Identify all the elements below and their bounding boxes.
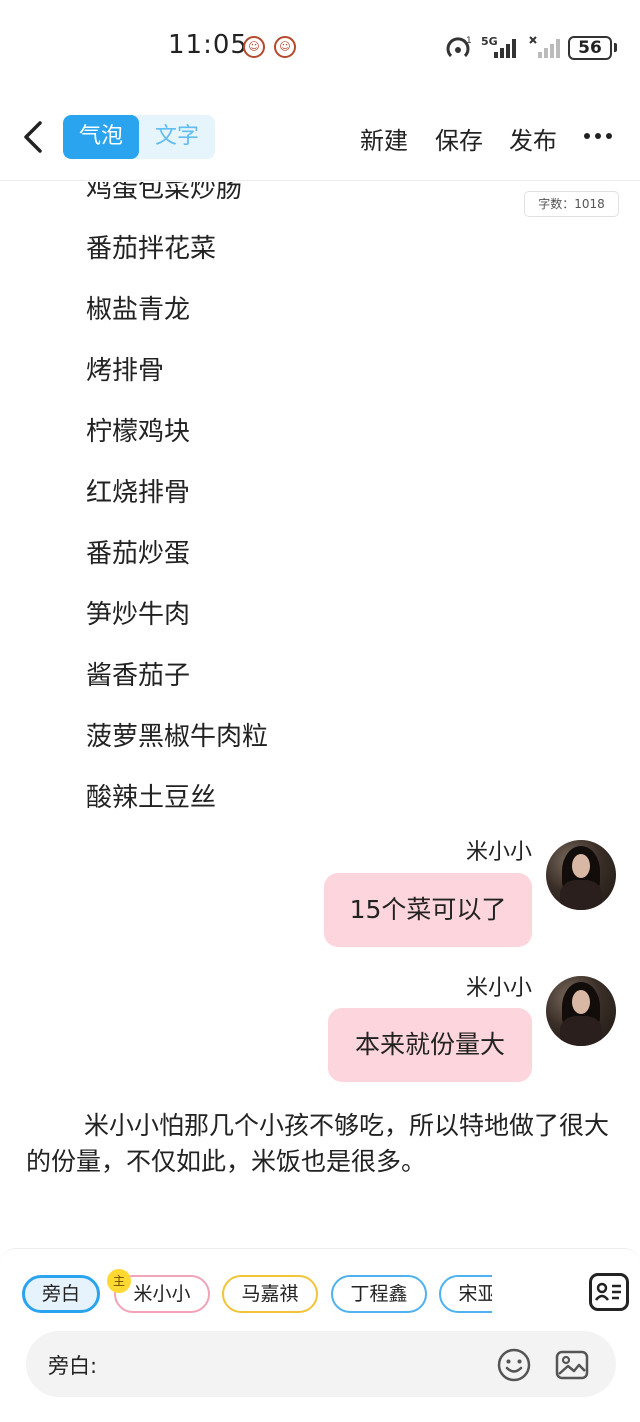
signal-no-service-icon [529, 36, 560, 58]
dish-item: 烤排骨 [86, 356, 165, 386]
role-chip-song-yaxuan[interactable]: 宋亚轩 [439, 1275, 492, 1313]
role-chip-ma-jiaqi[interactable]: 马嘉祺 [222, 1275, 318, 1313]
message-sender-name: 米小小 [465, 840, 532, 865]
mode-toggle: 气泡 文字 [63, 115, 215, 159]
battery-tip [614, 43, 617, 52]
dish-item: 番茄炒蛋 [86, 539, 191, 569]
role-chip-narrator[interactable]: 旁白 [22, 1275, 100, 1313]
avatar[interactable] [546, 840, 616, 910]
save-button[interactable]: 保存 [435, 121, 483, 156]
hotspot-icon: 1 [446, 36, 472, 58]
more-options-icon[interactable] [584, 133, 614, 141]
dish-item: 番茄拌花菜 [86, 234, 217, 264]
input-role-prefix: 旁白: [48, 1354, 98, 1378]
role-selector: 旁白 米小小 马嘉祺 丁程鑫 宋亚轩 [22, 1273, 492, 1315]
new-button[interactable]: 新建 [360, 121, 408, 156]
notification-app-icon: ☺ [274, 36, 296, 58]
word-count-badge: 字数：1018 [524, 191, 619, 217]
back-arrow-icon[interactable] [16, 117, 52, 157]
dish-item: 红烧排骨 [86, 478, 191, 508]
role-manager-icon[interactable] [589, 1273, 629, 1311]
status-bar: 11:05 ☺ ☺ 1 5G 56 [0, 0, 640, 95]
mode-bubble-tab[interactable]: 气泡 [63, 115, 139, 159]
emoji-icon[interactable] [496, 1347, 532, 1383]
chat-bubble[interactable]: 本来就份量大 [328, 1008, 532, 1082]
publish-button[interactable]: 发布 [509, 121, 557, 156]
dish-item: 酸辣土豆丝 [86, 783, 217, 813]
image-icon[interactable] [554, 1347, 590, 1383]
svg-text:1: 1 [466, 36, 472, 46]
mode-text-tab[interactable]: 文字 [139, 115, 215, 159]
avatar[interactable] [546, 976, 616, 1046]
message-sender-name: 米小小 [465, 976, 532, 1001]
host-badge: 主 [107, 1269, 131, 1293]
message-input[interactable]: 旁白: [26, 1331, 616, 1397]
notification-app-icon: ☺ [243, 36, 265, 58]
dish-item: 菠萝黑椒牛肉粒 [86, 722, 269, 752]
role-input-panel: 主 旁白 米小小 马嘉祺 丁程鑫 宋亚轩 旁白: [0, 1248, 640, 1422]
dish-item-partial: 鸡蛋包菜炒肠 [86, 182, 243, 204]
signal-icon [494, 39, 516, 58]
dish-item: 柠檬鸡块 [86, 417, 191, 447]
dish-item: 椒盐青龙 [86, 295, 191, 325]
role-chip-ding-chengxin[interactable]: 丁程鑫 [331, 1275, 427, 1313]
status-time: 11:05 [168, 30, 248, 60]
dish-item: 笋炒牛肉 [86, 600, 191, 630]
narration-paragraph[interactable]: 米小小怕那几个小孩不够吃，所以特地做了很大的份量，不仅如此，米饭也是很多。 [26, 1108, 616, 1180]
battery-icon: 56 [568, 36, 612, 60]
editor-header: 气泡 文字 新建 保存 发布 [0, 95, 640, 181]
dish-item: 酱香茄子 [86, 661, 191, 691]
chat-bubble[interactable]: 15个菜可以了 [324, 873, 532, 947]
story-content[interactable]: 字数：1018 鸡蛋包菜炒肠 番茄拌花菜 椒盐青龙 烤排骨 柠檬鸡块 红烧排骨 … [0, 182, 640, 1248]
